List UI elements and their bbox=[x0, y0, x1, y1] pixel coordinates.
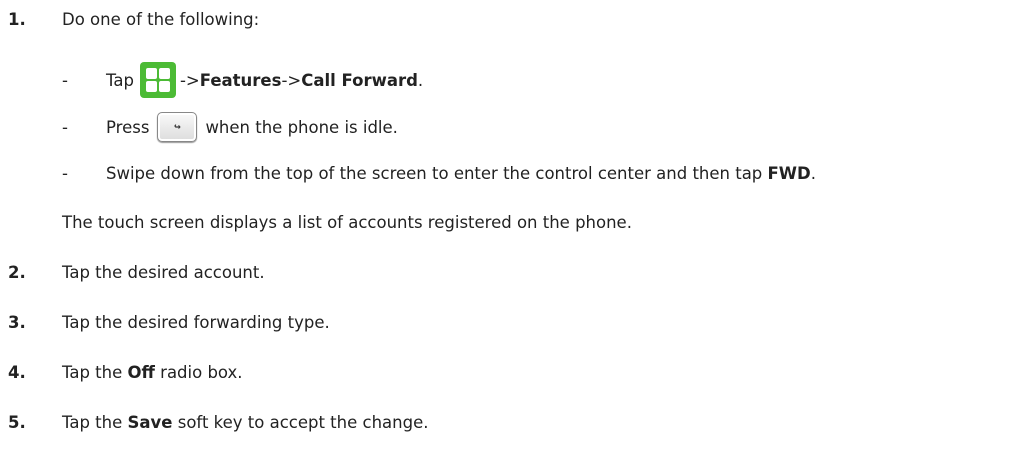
features-label: Features bbox=[199, 70, 282, 90]
step-5: 5. Tap the Save soft key to accept the c… bbox=[0, 413, 428, 432]
step-number: 3. bbox=[8, 313, 26, 332]
step-text: soft key to accept the change. bbox=[172, 413, 429, 432]
result-text: The touch screen displays a list of acco… bbox=[62, 213, 632, 232]
option-tap-menu: - Tap -> Features -> Call Forward. bbox=[62, 62, 423, 98]
step-text: Tap the bbox=[62, 413, 128, 432]
step-number: 2. bbox=[8, 263, 26, 282]
step-4: 4. Tap the Off radio box. bbox=[0, 363, 243, 382]
step-text: Tap the desired forwarding type. bbox=[62, 313, 330, 332]
option-dash: - bbox=[62, 70, 68, 90]
option-press-key: - Press ↪ when the phone is idle. bbox=[62, 112, 398, 142]
arrow-text: -> bbox=[179, 70, 200, 90]
option-text: Tap bbox=[106, 70, 134, 90]
forward-key-icon: ↪ bbox=[157, 112, 198, 142]
step-text: Tap the bbox=[62, 363, 128, 382]
step-text: Do one of the following: bbox=[62, 10, 260, 29]
fwd-label: FWD bbox=[767, 164, 811, 183]
option-dash: - bbox=[62, 117, 68, 137]
step-2: 2. Tap the desired account. bbox=[0, 263, 265, 282]
step-3: 3. Tap the desired forwarding type. bbox=[0, 313, 330, 332]
off-label: Off bbox=[127, 363, 155, 382]
period-text: . bbox=[810, 164, 816, 183]
period-text: . bbox=[417, 70, 424, 90]
step-number: 5. bbox=[8, 413, 26, 432]
arrow-text: -> bbox=[281, 70, 302, 90]
call-forward-label: Call Forward bbox=[301, 70, 418, 90]
option-dash: - bbox=[62, 164, 68, 183]
option-text: Swipe down from the top of the screen to… bbox=[106, 164, 768, 183]
step-1: 1. Do one of the following: bbox=[0, 10, 259, 29]
option-text: Press bbox=[106, 117, 150, 137]
option-text: when the phone is idle. bbox=[205, 117, 398, 137]
step-text: Tap the desired account. bbox=[62, 263, 265, 282]
save-label: Save bbox=[127, 413, 173, 432]
menu-grid-icon bbox=[139, 62, 176, 98]
step-number: 4. bbox=[8, 363, 26, 382]
step-text: radio box. bbox=[154, 363, 243, 382]
option-swipe: - Swipe down from the top of the screen … bbox=[62, 164, 816, 183]
step-number: 1. bbox=[8, 10, 26, 29]
